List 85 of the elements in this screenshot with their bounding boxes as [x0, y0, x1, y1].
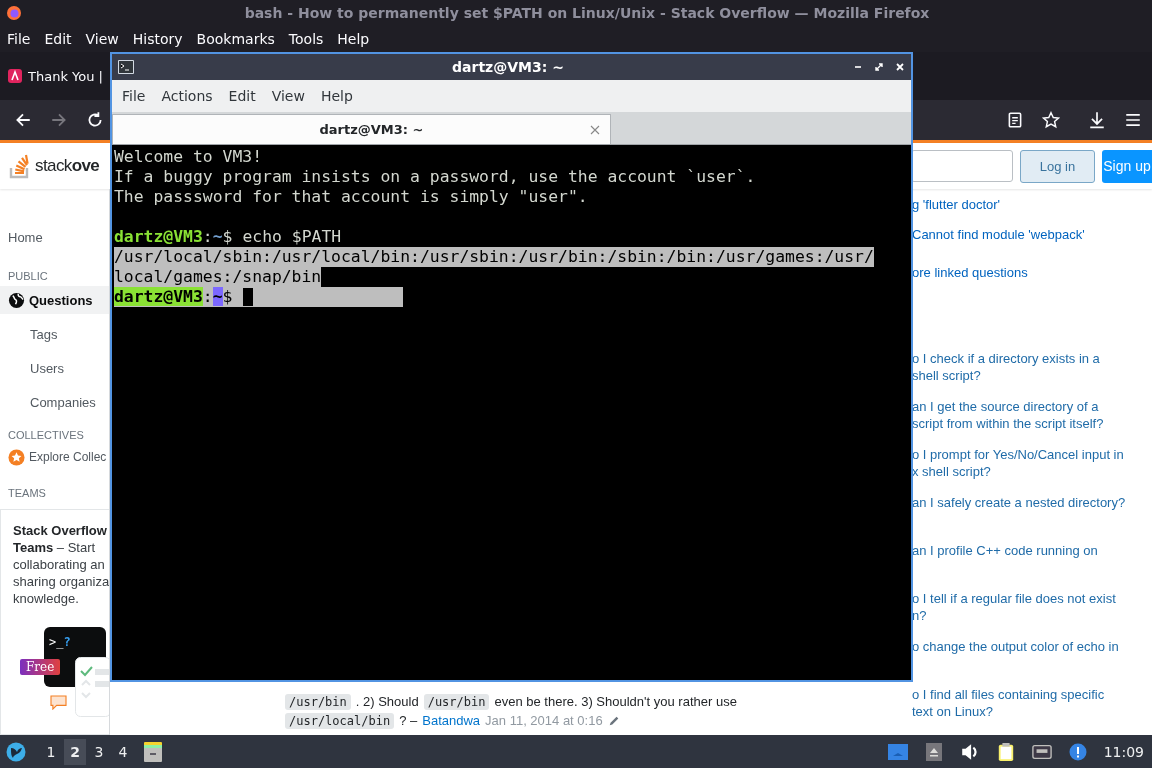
teams-text: Stack Overflow Teams – Start collaborating an sharing organiza knowledge. [13, 522, 109, 607]
volume-icon[interactable] [959, 742, 980, 761]
display-icon[interactable] [887, 742, 908, 761]
star-badge-icon [8, 448, 25, 466]
back-icon[interactable] [14, 111, 32, 129]
reload-icon[interactable] [86, 111, 104, 129]
question-link[interactable]: o I find all files containing specific text on Linux? [912, 686, 1152, 720]
terminal-prompt: dartz@VM3:~$ [114, 287, 243, 307]
checklist-icon [75, 657, 109, 717]
sidebar-item[interactable]: Explore Collec [0, 445, 109, 469]
reader-view-icon[interactable] [1006, 111, 1024, 129]
chat-icon [50, 695, 67, 710]
question-link[interactable]: o I tell if a regular file does not exist n? [912, 590, 1152, 624]
question-link[interactable]: ore linked questions [912, 264, 1152, 281]
user-link[interactable]: Batandwa [422, 713, 481, 728]
terminal-output: /usr/local/sbin:/usr/local/bin:/usr/sbin:/usr/bin:/sbin:/bin:/usr/games:/usr/ [114, 247, 874, 267]
globe-icon [8, 291, 25, 309]
window-title: dartz@VM3: ~ [451, 59, 565, 75]
question-link[interactable]: o I prompt for Yes/No/Cancel input in x shell script? [912, 446, 1152, 480]
menu-item[interactable]: History [125, 31, 190, 47]
login-button[interactable]: Log in [1020, 149, 1095, 183]
terminal-command: echo $PATH [242, 227, 342, 247]
menu-item[interactable]: Edit [37, 31, 79, 47]
menu-item[interactable]: File [0, 31, 38, 47]
notification-icon[interactable] [1067, 742, 1088, 761]
logo-icon[interactable] [8, 152, 32, 180]
firefox-icon [6, 5, 22, 21]
menu-icon[interactable] [1124, 111, 1142, 129]
menu-item[interactable]: Edit [220, 88, 264, 104]
menu-item[interactable]: Help [312, 88, 361, 104]
download-icon[interactable] [1088, 111, 1106, 129]
terminal-prompt: dartz@VM3:~$ [114, 227, 234, 247]
question-link[interactable]: o change the output color of echo in [912, 638, 1152, 672]
sidebar-heading: TEAMS [7, 486, 47, 501]
menu-item[interactable]: Actions [153, 88, 221, 104]
menu-item[interactable]: View [78, 31, 126, 47]
sidebar-item[interactable]: Questions [0, 286, 109, 314]
free-badge: Free [20, 659, 61, 675]
terminal-tab[interactable]: dartz@VM3: ~ [112, 114, 611, 144]
start-menu-icon[interactable] [6, 741, 26, 762]
menu-item[interactable]: Help [330, 31, 377, 47]
question-link[interactable]: an I get the source directory of a script from within the script itself? [912, 398, 1152, 432]
workspace-button[interactable]: 3 [88, 738, 110, 765]
eject-icon[interactable] [923, 742, 944, 761]
menu-item[interactable]: File [114, 88, 154, 104]
maximize-icon[interactable] [874, 62, 884, 72]
forward-icon[interactable] [50, 111, 68, 129]
question-link[interactable]: Cannot find module 'webpack' [912, 226, 1152, 243]
terminal-output: The passsword for that account is simply "user". [114, 187, 588, 207]
terminal-output: If a buggy program insists on a password, use the account `user`. [114, 167, 756, 187]
site-icon [8, 69, 22, 83]
comment-text: even be there. 3) Shouldn't you rather use [494, 694, 737, 709]
logo-text[interactable]: stackove [35, 156, 100, 176]
comment-date: Jan 11, 2014 at 0:16 [485, 713, 603, 728]
question-link[interactable]: o I check if a directory exists in a shell script? [912, 350, 1152, 384]
comment-text: . 2) Should [355, 694, 419, 709]
file-manager-icon[interactable] [144, 741, 162, 762]
question-link[interactable]: g 'flutter doctor' [912, 196, 1152, 213]
menu-item[interactable]: Tools [281, 31, 331, 47]
pencil-icon[interactable] [607, 714, 620, 727]
sidebar-heading: PUBLIC [7, 269, 49, 284]
comment-text: ? – [399, 713, 418, 728]
question-link[interactable]: an I safely create a nested directory? [912, 494, 1152, 528]
sidebar-heading: COLLECTIVES [7, 428, 85, 443]
sidebar-item[interactable]: Tags [0, 317, 109, 351]
menu-item[interactable]: Bookmarks [189, 31, 282, 47]
clock: 11:09 [1103, 743, 1144, 760]
terminal-icon [118, 60, 134, 74]
sidebar-item[interactable]: Companies [0, 385, 109, 419]
terminal-output: Welcome to VM3! [114, 147, 263, 167]
star-icon[interactable] [1042, 111, 1060, 129]
code-snippet: /usr/bin [285, 693, 351, 710]
question-link[interactable]: an I profile C++ code running on [912, 542, 1152, 576]
menu-item[interactable]: View [263, 88, 313, 104]
workspace-button[interactable]: 2 [64, 738, 86, 765]
browser-tab[interactable]: Thank You | [0, 58, 103, 94]
network-icon[interactable] [1031, 742, 1052, 761]
workspace-button[interactable]: 1 [40, 738, 62, 765]
workspace-button[interactable]: 4 [112, 738, 134, 765]
terminal-output: local/games:/snap/bin [114, 267, 322, 287]
code-snippet: /usr/local/bin [285, 712, 395, 729]
window-title: bash - How to permanently set $PATH on Linux/Unix - Stack Overflow — Mozilla Firefox [243, 5, 931, 21]
code-snippet: /usr/bin [423, 693, 490, 710]
sidebar-item[interactable]: Home [0, 220, 109, 254]
sidebar-item[interactable]: Users [0, 351, 109, 385]
